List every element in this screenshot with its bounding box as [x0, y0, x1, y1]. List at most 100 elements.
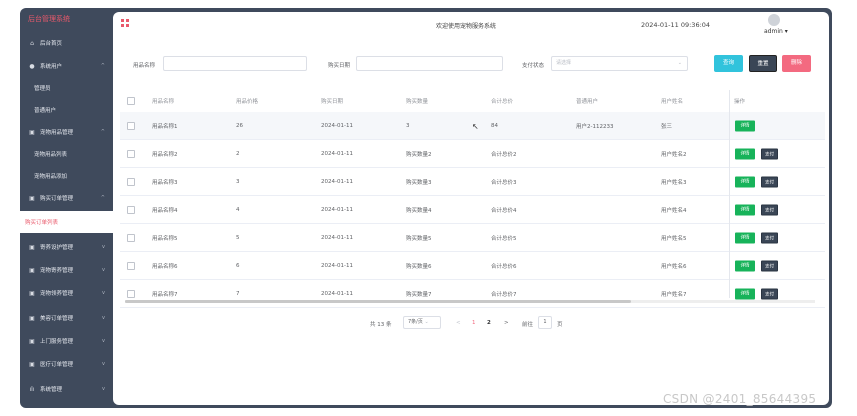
row-checkbox[interactable]	[127, 205, 135, 214]
sidebar-item-system-users[interactable]: ● 系统用户 ^	[20, 55, 113, 77]
pay-button[interactable]: 支付	[761, 288, 778, 299]
cell-total: 合计总价3	[491, 179, 517, 186]
chevron-down-icon: v	[102, 338, 105, 344]
sidebar-item-foster[interactable]: ▣ 宠物寄养管理 v	[20, 259, 113, 281]
cell-uname: 用户姓名6	[661, 263, 687, 270]
pay-button[interactable]: 支付	[761, 204, 778, 215]
sidebar-subitem-admin[interactable]: 管理员	[20, 77, 113, 99]
table-row[interactable]: 用品名称3 3 2024-01-11 购买数量3 合计总价3 用户姓名3 详情 …	[120, 168, 825, 196]
cell-name: 用品名称1	[152, 123, 178, 130]
detail-button[interactable]: 详情	[735, 204, 755, 215]
page-2[interactable]: 2	[487, 320, 491, 326]
detail-button[interactable]: 详情	[735, 176, 755, 187]
chevron-down-icon: v	[102, 315, 105, 321]
table-row[interactable]: 用品名称5 5 2024-01-11 购买数量5 合计总价5 用户姓名5 详情 …	[120, 224, 825, 252]
box-icon: ▣	[29, 337, 35, 345]
cell-qty: 3	[406, 122, 410, 129]
cell-total: 合计总价5	[491, 235, 517, 242]
pay-button[interactable]: 支付	[761, 260, 778, 271]
sidebar-item-label: 宠物寄养管理	[40, 268, 74, 274]
select-all-checkbox[interactable]	[127, 97, 135, 105]
cell-date: 2024-01-11	[321, 234, 353, 241]
row-checkbox[interactable]	[127, 289, 135, 298]
table-header: 用品名称 用品价格 购买日期 购买数量 合计总价 普通用户 用户姓名 操作	[120, 90, 825, 113]
page-size-select[interactable]: 7条/页 ⌄	[403, 316, 441, 329]
detail-button[interactable]: 详情	[735, 288, 755, 299]
sidebar-subitem-orders-list[interactable]: 购买订单列表	[20, 211, 116, 233]
detail-button[interactable]: 详情	[735, 120, 755, 131]
status-filter-select[interactable]: 请选择 ⌄	[551, 56, 688, 71]
sidebar-item-label: 美容订单管理	[40, 316, 74, 322]
sidebar-item-orders[interactable]: ▣ 购买订单管理 ^	[20, 187, 113, 209]
goto-page-input[interactable]: 1	[538, 316, 552, 329]
page-1[interactable]: 1	[472, 320, 476, 326]
delete-button[interactable]: 删除	[782, 55, 811, 72]
reset-button[interactable]: 重置	[749, 55, 777, 72]
sidebar-subitem-supplies-list[interactable]: 宠物用品列表	[20, 143, 113, 165]
row-checkbox[interactable]	[127, 149, 135, 158]
cell-price: 2	[236, 150, 240, 157]
sidebar-item-beauty[interactable]: ▣ 美容订单管理 v	[20, 307, 113, 329]
sidebar-item-pet-supplies[interactable]: ▣ 宠物用品管理 ^	[20, 121, 113, 143]
sidebar-item-label: 购买订单列表	[25, 220, 59, 226]
avatar[interactable]	[768, 14, 780, 26]
detail-button[interactable]: 详情	[735, 260, 755, 271]
chevron-up-icon: ^	[100, 129, 105, 135]
sidebar-item-label: 宠物用品列表	[34, 152, 68, 158]
pay-button[interactable]: 支付	[761, 148, 778, 159]
sidebar-item-label: 后台首页	[40, 41, 63, 47]
horizontal-scrollbar[interactable]	[125, 300, 815, 303]
header-price: 用品价格	[236, 99, 259, 105]
table-row[interactable]: 用品名称4 4 2024-01-11 购买数量4 合计总价4 用户姓名4 详情 …	[120, 196, 825, 224]
table-row[interactable]: 用品名称7 7 2024-01-11 购买数量7 合计总价7 用户姓名7 详情 …	[120, 280, 825, 308]
header-name: 用品名称	[152, 99, 175, 105]
box-icon: ▣	[29, 314, 35, 322]
sidebar-subitem-normal-users[interactable]: 普通用户	[20, 99, 113, 121]
sidebar-item-home[interactable]: ⌂ 后台首页	[20, 32, 113, 54]
status-placeholder: 请选择	[556, 60, 572, 66]
menu-toggle-icon[interactable]	[121, 19, 129, 27]
name-filter-input[interactable]	[163, 56, 307, 71]
sidebar-item-system[interactable]: ılı 系统管理 v	[20, 378, 113, 400]
scrollbar-thumb[interactable]	[125, 300, 631, 303]
date-filter-input[interactable]	[356, 56, 503, 71]
sidebar-item-home-service[interactable]: ▣ 上门服务管理 v	[20, 330, 113, 352]
sidebar-item-boarding[interactable]: ▣ 寄养设护管理 v	[20, 236, 113, 258]
table-row[interactable]: 用品名称2 2 2024-01-11 购买数量2 合计总价2 用户姓名2 详情 …	[120, 140, 825, 168]
detail-button[interactable]: 详情	[735, 148, 755, 159]
sidebar-item-medical[interactable]: ▣ 医疗订单管理 v	[20, 353, 113, 375]
mouse-cursor-icon: ↖	[472, 122, 479, 131]
cell-qty: 购买数量2	[406, 151, 432, 158]
user-menu[interactable]: admin ▾	[764, 28, 788, 35]
pagination-total: 共 13 条	[370, 322, 392, 328]
sidebar-item-label: 宠物用品添加	[34, 174, 68, 180]
chevron-down-icon: v	[102, 386, 105, 392]
cell-date: 2024-01-11	[321, 206, 353, 213]
detail-button[interactable]: 详情	[735, 232, 755, 243]
row-checkbox[interactable]	[127, 121, 135, 130]
pay-button[interactable]: 支付	[761, 176, 778, 187]
cell-uname: 用户姓名7	[661, 291, 687, 298]
row-checkbox[interactable]	[127, 261, 135, 270]
sidebar-item-adoption[interactable]: ▣ 宠物领养管理 v	[20, 282, 113, 304]
brand-title: 后台管理系统	[28, 15, 70, 23]
sidebar-item-label: 普通用户	[34, 108, 57, 114]
prev-page-button[interactable]: <	[456, 320, 461, 326]
sidebar-subitem-supplies-add[interactable]: 宠物用品添加	[20, 165, 113, 187]
box-icon: ▣	[29, 128, 35, 136]
cell-uname: 张三	[661, 123, 673, 130]
header-total: 合计总价	[491, 99, 514, 105]
pay-button[interactable]: 支付	[761, 232, 778, 243]
cell-date: 2024-01-11	[321, 150, 353, 157]
row-checkbox[interactable]	[127, 177, 135, 186]
row-checkbox[interactable]	[127, 233, 135, 242]
page-size-value: 7条/页	[408, 319, 423, 325]
query-button[interactable]: 查询	[714, 55, 743, 72]
next-page-button[interactable]: >	[504, 320, 509, 326]
table-row[interactable]: 用品名称6 6 2024-01-11 购买数量6 合计总价6 用户姓名6 详情 …	[120, 252, 825, 280]
sidebar-item-label: 购买订单管理	[40, 196, 74, 202]
sidebar-item-label: 系统管理	[40, 387, 63, 393]
table-row[interactable]: 用品名称1 26 2024-01-11 3 84 用户2-112233 张三 详…	[120, 112, 825, 140]
chevron-down-icon: v	[102, 267, 105, 273]
cell-total: 合计总价7	[491, 291, 517, 298]
